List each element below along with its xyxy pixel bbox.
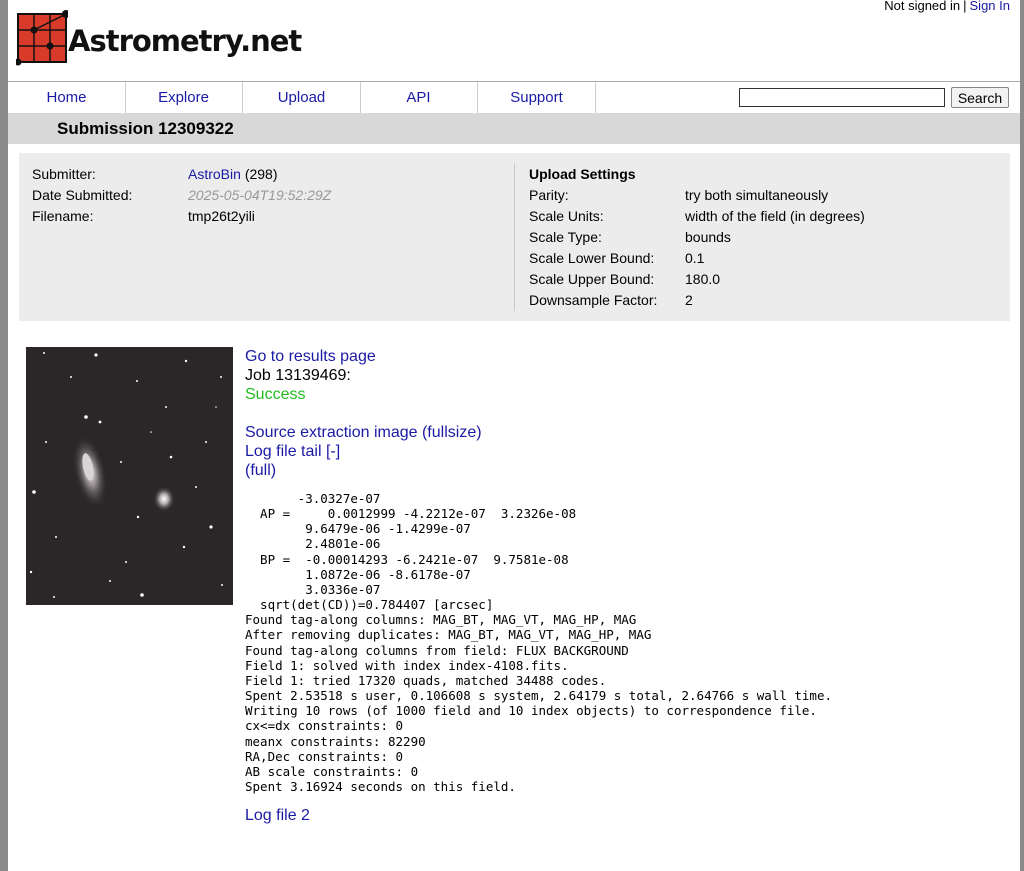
log-line: AP = 0.0012999 -4.2212e-07 3.2326e-08 bbox=[245, 506, 577, 522]
setting-label: Scale Units: bbox=[529, 208, 604, 224]
setting-label: Parity: bbox=[529, 187, 569, 203]
log-line: Spent 2.53518 s user, 0.106608 s system,… bbox=[245, 688, 832, 704]
setting-label: Scale Lower Bound: bbox=[529, 250, 655, 266]
job-label: Job 13139469: bbox=[245, 367, 351, 384]
log-file-2-link[interactable]: Log file 2 bbox=[245, 807, 310, 825]
log-line: 1.0872e-06 -8.6178e-07 bbox=[245, 566, 471, 582]
log-tail-toggle-link[interactable]: Log file tail [-] bbox=[245, 443, 340, 460]
date-label: Date Submitted: bbox=[32, 187, 133, 203]
log-line: Found tag-along columns from field: FLUX… bbox=[245, 642, 629, 658]
log-line: 9.6479e-06 -1.4299e-07 bbox=[245, 521, 471, 537]
log-line: sqrt(det(CD))=0.784407 [arcsec] bbox=[245, 597, 494, 613]
log-line: Writing 10 rows (of 1000 field and 10 in… bbox=[245, 703, 817, 719]
page: Not signed in | Sign In Astrometry.net Hom… bbox=[8, 0, 1020, 871]
submission-info-panel: Submitter: AstroBin (298) Date Submitted… bbox=[19, 153, 1010, 321]
upload-settings-heading: Upload Settings bbox=[529, 166, 636, 182]
setting-value: 2 bbox=[685, 292, 693, 308]
submitter-value: AstroBin (298) bbox=[188, 166, 278, 182]
auth-status: Not signed in | Sign In bbox=[884, 0, 1010, 13]
job-details: Go to results page Job 13139469: Success… bbox=[245, 347, 482, 480]
column-divider bbox=[514, 163, 515, 311]
setting-value: width of the field (in degrees) bbox=[685, 208, 865, 224]
log-line: RA,Dec constraints: 0 bbox=[245, 748, 404, 764]
nav-api[interactable]: API bbox=[360, 82, 478, 113]
sign-in-link[interactable]: Sign In bbox=[970, 0, 1010, 13]
auth-separator: | bbox=[963, 0, 967, 13]
setting-value: try both simultaneously bbox=[685, 187, 829, 203]
main-nav: Home Explore Upload API Support Search bbox=[8, 81, 1020, 114]
search-button[interactable]: Search bbox=[951, 87, 1009, 108]
results-page-link[interactable]: Go to results page bbox=[245, 348, 376, 365]
setting-value: 0.1 bbox=[685, 250, 705, 266]
setting-label: Scale Upper Bound: bbox=[529, 271, 655, 287]
log-line: 3.0336e-07 bbox=[245, 581, 381, 597]
logo-grid-icon bbox=[14, 10, 70, 66]
log-line: Field 1: tried 17320 quads, matched 3448… bbox=[245, 672, 607, 688]
signin-status-text: Not signed in bbox=[884, 0, 961, 13]
setting-value: bounds bbox=[685, 229, 731, 245]
page-title: Submission 12309322 bbox=[57, 119, 234, 138]
nav-upload[interactable]: Upload bbox=[243, 82, 361, 113]
nav-explore[interactable]: Explore bbox=[125, 82, 243, 113]
search-input[interactable] bbox=[739, 88, 945, 107]
full-log-link[interactable]: (full) bbox=[245, 462, 276, 479]
nav-support[interactable]: Support bbox=[478, 82, 596, 113]
job-status: Success bbox=[245, 386, 306, 403]
log-line: Found tag-along columns: MAG_BT, MAG_VT,… bbox=[245, 612, 637, 628]
source-extraction-link[interactable]: Source extraction image (fullsize) bbox=[245, 424, 482, 441]
log-line: After removing duplicates: MAG_BT, MAG_V… bbox=[245, 627, 652, 643]
log-line: cx<=dx constraints: 0 bbox=[245, 718, 404, 734]
log-line: Spent 3.16924 seconds on this field. bbox=[245, 778, 516, 794]
galaxy-image bbox=[29, 352, 223, 598]
date-value: 2025-05-04T19:52:29Z bbox=[188, 187, 332, 203]
astrometry-logo[interactable]: Astrometry.net bbox=[14, 8, 302, 72]
log-line: BP = -0.00014293 -6.2421e-07 9.7581e-08 bbox=[245, 551, 569, 567]
logo-text: Astrometry.net bbox=[68, 24, 302, 58]
log-file-tail: -3.0327e-07 AP = 0.0012999 -4.2212e-07 3… bbox=[245, 491, 832, 794]
nav-home[interactable]: Home bbox=[8, 82, 126, 113]
setting-label: Downsample Factor: bbox=[529, 292, 658, 308]
setting-label: Scale Type: bbox=[529, 229, 602, 245]
log-line: meanx constraints: 82290 bbox=[245, 733, 426, 749]
log-line: -3.0327e-07 bbox=[245, 491, 381, 506]
submitter-link[interactable]: AstroBin bbox=[188, 166, 241, 182]
title-bar: Submission 12309322 bbox=[8, 113, 1020, 144]
submitter-label: Submitter: bbox=[32, 166, 96, 182]
filename-label: Filename: bbox=[32, 208, 94, 224]
log-line: AB scale constraints: 0 bbox=[245, 763, 419, 779]
submission-image-thumbnail[interactable] bbox=[26, 347, 233, 605]
filename-value: tmp26t2yili bbox=[188, 208, 255, 224]
submitter-count: (298) bbox=[244, 166, 278, 182]
log-line: 2.4801e-06 bbox=[245, 536, 381, 552]
setting-value: 180.0 bbox=[685, 271, 721, 287]
log-line: Field 1: solved with index index-4108.fi… bbox=[245, 657, 569, 673]
